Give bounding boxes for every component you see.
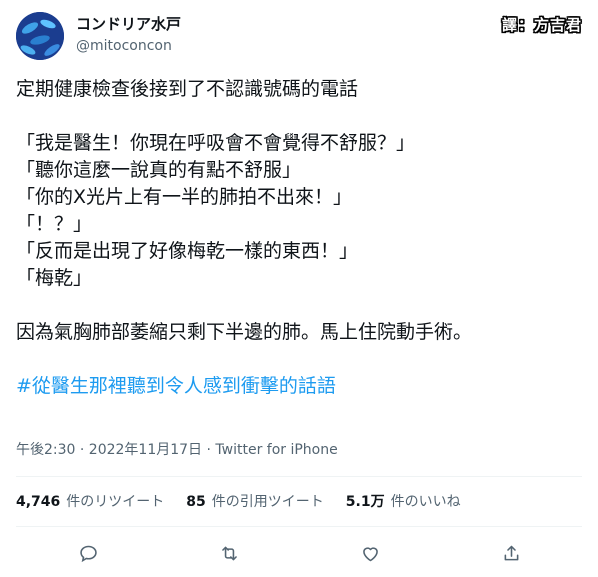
retweet-count: 4,746 <box>16 494 61 510</box>
reply-icon <box>79 545 97 562</box>
tweet-line: 「你的X光片上有一半的肺拍不出來！」 <box>16 186 353 208</box>
like-count: 5.1万 <box>345 494 385 510</box>
divider <box>16 526 582 527</box>
share-button[interactable] <box>496 538 526 568</box>
like-stat[interactable]: 5.1万 件のいいね <box>346 492 461 512</box>
tweet-line: 「聽你這麼一說真的有點不舒服」 <box>16 159 302 181</box>
like-icon <box>362 546 378 561</box>
like-button[interactable] <box>355 538 385 568</box>
quote-label: 件の引用ツイート <box>211 494 324 510</box>
tweet-stats: 4,746 件のリツイート 85 件の引用ツイート 5.1万 件のいいね <box>16 492 461 512</box>
tweet-text: 定期健康檢查後接到了不認識號碼的電話 「我是醫生！你現在呼吸會不會覺得不舒服？」… <box>16 76 582 400</box>
quote-stat[interactable]: 85 件の引用ツイート <box>186 492 323 512</box>
retweet-label: 件のリツイート <box>66 494 165 510</box>
tweet-line: 定期健康檢查後接到了不認識號碼的電話 <box>16 78 359 100</box>
tweet-timestamp[interactable]: 午後2:30 · 2022年11月17日 · Twitter for iPhon… <box>16 440 338 460</box>
action-bar <box>0 538 598 568</box>
tweet-line: 「我是醫生！你現在呼吸會不會覺得不舒服？」 <box>16 132 416 154</box>
share-icon <box>504 545 518 560</box>
tweet-line: 「梅乾」 <box>16 267 93 289</box>
display-name[interactable]: コンドリア水戸 <box>76 14 181 34</box>
translator-watermark: 譯：方吉君 <box>501 16 582 34</box>
tweet-line: 因為氣胸肺部萎縮只剩下半邊的肺。馬上住院動手術。 <box>16 321 473 343</box>
retweet-icon <box>221 546 237 560</box>
hashtag-link[interactable]: #從醫生那裡聽到令人感到衝擊的話語 <box>16 373 582 400</box>
retweet-stat[interactable]: 4,746 件のリツイート <box>16 492 164 512</box>
quote-count: 85 <box>186 494 206 510</box>
reply-button[interactable] <box>73 538 103 568</box>
avatar[interactable] <box>16 12 64 60</box>
like-label: 件のいいね <box>390 494 461 510</box>
tweet-line: 「反而是出現了好像梅乾一樣的東西！」 <box>16 240 359 262</box>
user-handle[interactable]: @mitoconcon <box>76 36 172 56</box>
tweet-line: 「！？」 <box>16 213 93 235</box>
retweet-button[interactable] <box>214 538 244 568</box>
divider <box>16 476 582 477</box>
